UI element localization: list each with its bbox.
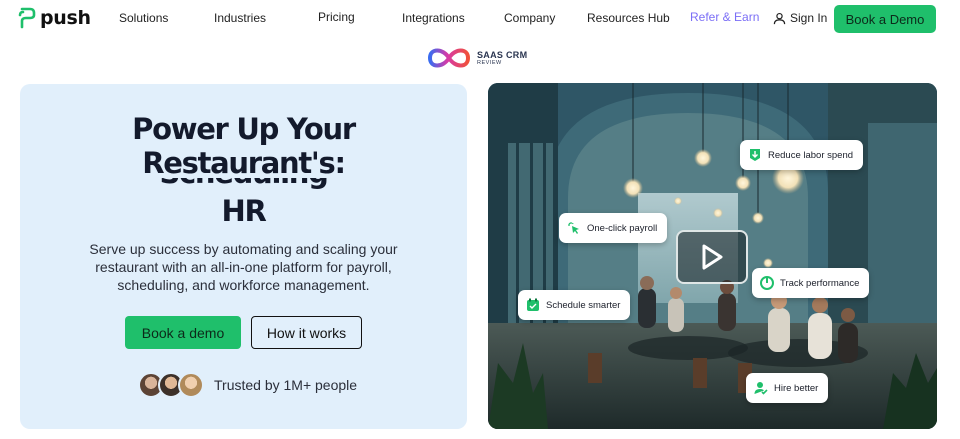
avatar	[178, 372, 204, 398]
calendar-check-icon	[526, 298, 540, 312]
callout-label: Track performance	[780, 277, 860, 289]
user-check-icon	[754, 381, 768, 395]
logo-text: push	[40, 7, 91, 29]
push-logo[interactable]: push	[18, 7, 91, 29]
top-navigation: push Solutions Industries Pricing Integr…	[0, 0, 960, 40]
sign-in-label: Sign In	[790, 11, 828, 25]
nav-industries[interactable]: Industries	[214, 11, 266, 25]
trust-text: Trusted by 1M+ people	[214, 377, 358, 393]
callout-one-click-payroll: One-click payroll	[559, 213, 668, 243]
gauge-icon	[760, 276, 774, 290]
trust-row: Trusted by 1M+ people	[138, 372, 357, 398]
callout-hire-better: Hire better	[746, 373, 829, 403]
headline-line-1: Power Up Your	[132, 112, 356, 146]
user-icon	[773, 12, 786, 24]
how-it-works-button[interactable]: How it works	[251, 316, 362, 349]
hero-text-panel: Power Up Your Restaurant's: Scheduling H…	[20, 84, 467, 429]
nav-solutions[interactable]: Solutions	[119, 11, 168, 25]
avatar-group	[138, 372, 204, 398]
nav-resources-hub[interactable]: Resources Hub	[587, 11, 670, 25]
badge-subtitle: REVIEW	[477, 60, 502, 66]
cursor-click-icon	[567, 221, 581, 235]
headline-line-2: Restaurant's:	[142, 146, 346, 180]
push-logo-icon	[18, 7, 36, 29]
infinity-logo-icon	[427, 48, 471, 68]
saas-crm-review-badge[interactable]: SAAS CRM REVIEW	[426, 44, 527, 72]
callout-label: Hire better	[774, 382, 819, 394]
hero-video-panel[interactable]: Reduce labor spend One-click payroll Tra…	[488, 83, 937, 429]
hero-subcopy: Serve up success by automating and scali…	[89, 241, 398, 293]
headline-line-3: HR	[221, 194, 266, 228]
nav-refer-earn[interactable]: Refer & Earn	[690, 10, 759, 24]
sign-in-link[interactable]: Sign In	[773, 11, 827, 25]
nav-pricing[interactable]: Pricing	[318, 10, 355, 24]
arrow-down-badge-icon	[748, 148, 762, 162]
book-a-demo-button[interactable]: Book a demo	[125, 316, 241, 349]
callout-track-performance: Track performance	[752, 268, 870, 298]
nav-integrations[interactable]: Integrations	[402, 11, 465, 25]
headline-rotating-ghost: Scheduling	[20, 178, 467, 190]
callout-label: Reduce labor spend	[768, 149, 854, 161]
play-icon	[702, 244, 723, 270]
callout-schedule-smarter: Schedule smarter	[518, 290, 631, 320]
headline-rotating-word-transition: Scheduling	[20, 178, 467, 190]
book-a-demo-nav-button[interactable]: Book a Demo	[834, 5, 936, 33]
nav-company[interactable]: Company	[504, 11, 555, 25]
callout-label: One-click payroll	[587, 222, 658, 234]
badge-title: SAAS CRM	[477, 50, 528, 60]
callout-label: Schedule smarter	[546, 299, 621, 311]
callout-reduce-labor-spend: Reduce labor spend	[740, 140, 864, 170]
play-video-button[interactable]	[676, 230, 748, 284]
